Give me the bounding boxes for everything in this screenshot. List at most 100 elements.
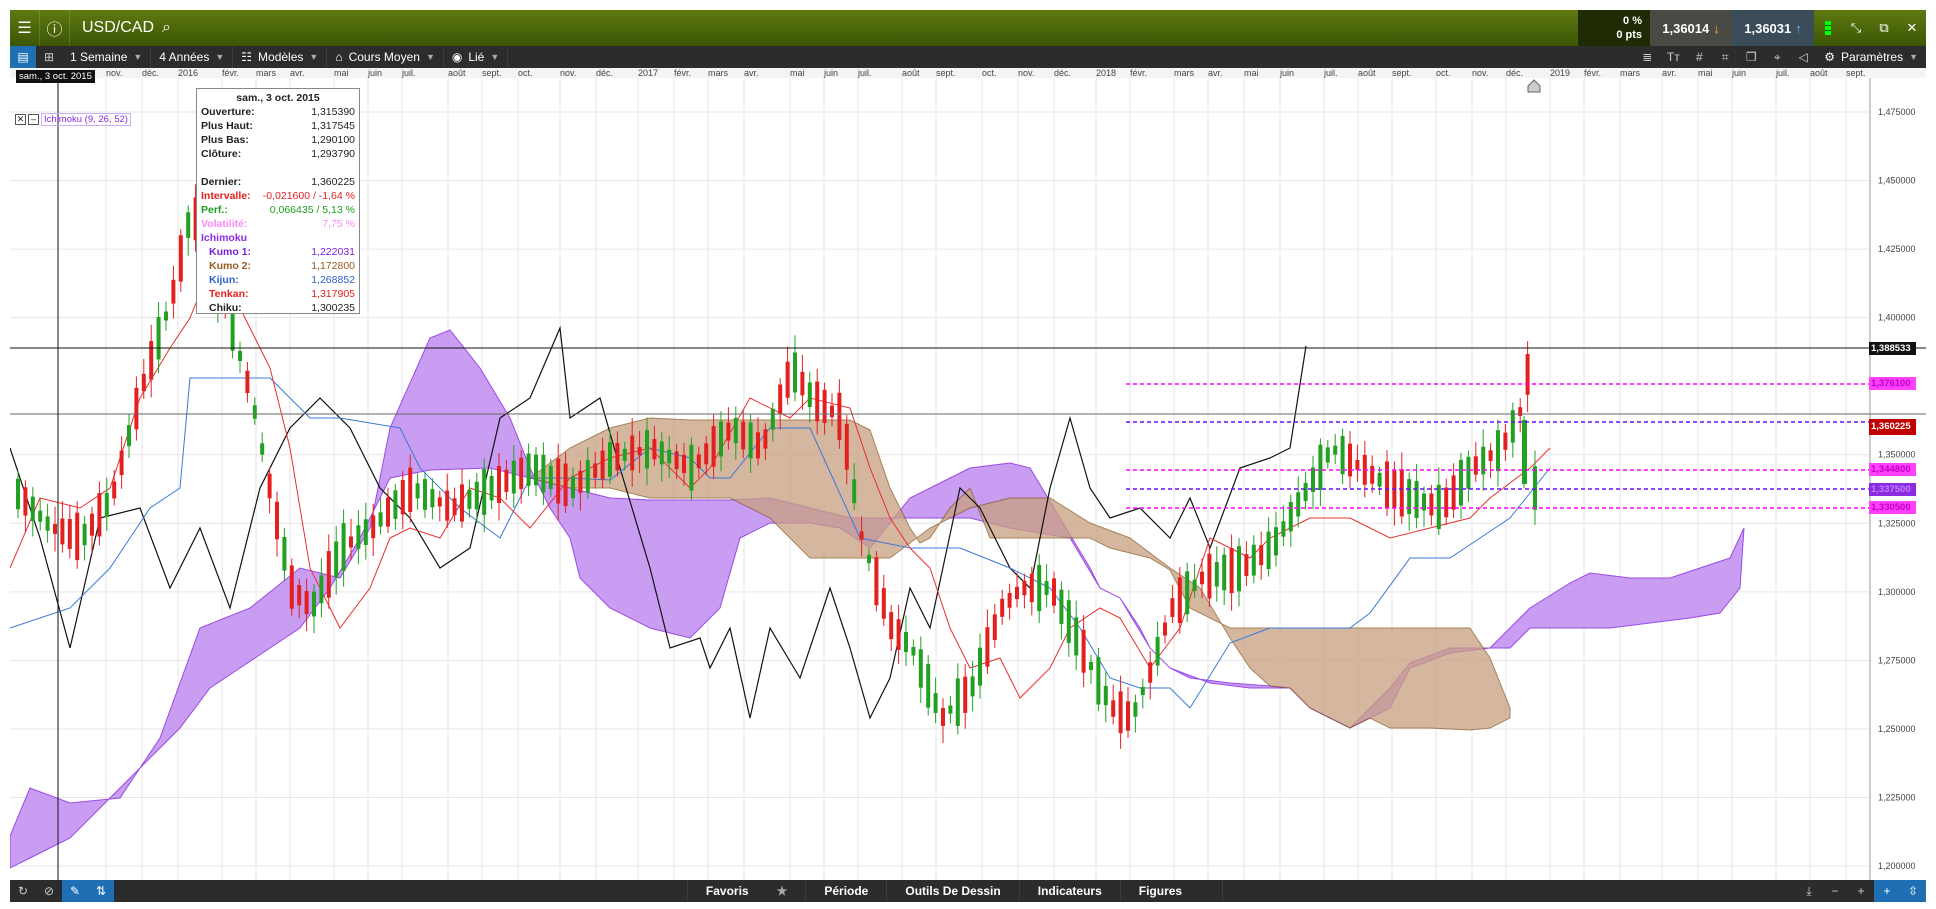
candle-body	[1333, 445, 1338, 455]
candle-body	[881, 588, 886, 619]
x-tick-label: avr.	[744, 68, 759, 78]
candle-body	[600, 450, 605, 480]
zoom-out-icon[interactable]: −	[1822, 880, 1848, 902]
layout-icon[interactable]: ⊞	[36, 46, 62, 68]
disable-icon[interactable]: ⊘	[36, 880, 62, 902]
instrument-symbol[interactable]: USD/CAD ⌕	[70, 19, 171, 37]
x-tick-label: juin	[1279, 68, 1294, 78]
search-icon[interactable]: ⌕	[162, 19, 171, 37]
y-tick-label: 1,200000	[1878, 861, 1916, 871]
crosshair-icon[interactable]: ⌖	[1764, 46, 1790, 68]
candle-body	[511, 460, 516, 494]
crosshair-grid-icon[interactable]: ⌗	[1712, 46, 1738, 68]
refresh-icon[interactable]: ↻	[10, 880, 36, 902]
candle-body	[711, 426, 716, 467]
candle-body	[1407, 479, 1412, 515]
x-tick-label: févr.	[1584, 68, 1601, 78]
candle-body	[1066, 600, 1071, 644]
export-icon[interactable]: ⤓	[1796, 880, 1822, 902]
tooltip-date: sam., 3 oct. 2015	[236, 92, 320, 104]
candle-body	[119, 450, 124, 476]
candle-body	[985, 627, 990, 667]
x-tick-label: juin	[1731, 68, 1746, 78]
info-icon[interactable]: ⓘ	[40, 10, 70, 46]
remove-indicator-icon[interactable]: ✕	[15, 114, 26, 125]
list-icon[interactable]: ▤	[10, 46, 36, 68]
tab-indicateurs[interactable]: Indicateurs	[1018, 880, 1120, 902]
candle-body	[874, 557, 879, 606]
tab-periode[interactable]: Période	[805, 880, 886, 902]
zoom-in-icon[interactable]: +	[1848, 880, 1874, 902]
tab-favoris[interactable]: Favoris ★	[686, 880, 805, 902]
popout-icon[interactable]: ⧉	[1870, 10, 1898, 46]
candle-body	[1015, 586, 1019, 600]
x-tick-label: août	[902, 68, 920, 78]
tooltip-value: 1,268852	[311, 274, 355, 286]
layers-icon[interactable]: ❐	[1738, 46, 1764, 68]
candle-body	[38, 510, 43, 522]
link-select[interactable]: ◉ Lié ▼	[444, 46, 509, 68]
candle-body	[1185, 571, 1190, 615]
fit-icon[interactable]: ⇳	[1900, 880, 1926, 902]
x-tick-label: déc.	[142, 68, 159, 78]
candle-body	[23, 487, 28, 516]
x-tick-label: oct.	[518, 68, 533, 78]
x-tick-label: déc.	[1506, 68, 1523, 78]
x-tick-label: mars	[1620, 68, 1640, 78]
text-size-icon[interactable]: Tт	[1660, 46, 1686, 68]
candle-body	[933, 693, 938, 713]
shrink-icon[interactable]: ⤡	[1842, 10, 1870, 46]
bid-button[interactable]: 1,36014 ↓	[1650, 10, 1732, 46]
candle-body	[1385, 461, 1389, 508]
candle-body	[748, 422, 753, 459]
tab-outils-dessin[interactable]: Outils De Dessin	[886, 880, 1018, 902]
ask-button[interactable]: 1,36031 ↑	[1732, 10, 1814, 46]
x-tick-label: mai	[1698, 68, 1713, 78]
candle-body	[637, 447, 642, 456]
candle-body	[571, 476, 575, 499]
close-icon[interactable]: ✕	[1898, 10, 1926, 46]
settings-button[interactable]: ⚙ Paramètres ▼	[1816, 46, 1926, 68]
candle-body	[482, 468, 487, 515]
candle-body	[260, 443, 265, 455]
align-icon[interactable]: ≣	[1634, 46, 1660, 68]
crosshair-add-icon[interactable]: +	[1874, 880, 1900, 902]
candle-body	[1496, 430, 1500, 472]
tooltip-key: Ouverture:	[201, 106, 255, 118]
candle-body	[955, 678, 960, 726]
star-icon[interactable]: ★	[777, 884, 788, 898]
tooltip-row-close: Clôture: 1,293790	[201, 147, 355, 161]
minimize-indicator-icon[interactable]: –	[28, 114, 39, 125]
x-tick-label: juil.	[857, 68, 872, 78]
x-tick-label: nov.	[1472, 68, 1488, 78]
pencil-icon[interactable]: ✎	[62, 880, 88, 902]
tooltip-row-high: Plus Haut: 1,317545	[201, 119, 355, 133]
tooltip-value: 0,066435 / 5,13 %	[269, 204, 355, 216]
candle-body	[1022, 580, 1027, 596]
range-select[interactable]: 4 Années ▼	[151, 46, 234, 68]
tooltip-row-kumo2: Kumo 2: 1,172800	[201, 259, 355, 273]
y-tick-label: 1,275000	[1878, 655, 1916, 665]
candle-body	[1000, 598, 1005, 617]
x-tick-label: août	[1358, 68, 1376, 78]
tooltip-key: Dernier:	[201, 176, 242, 188]
tooltip-value: 7,75 %	[322, 218, 355, 230]
price-type-select[interactable]: ⌂ Cours Moyen ▼	[327, 46, 444, 68]
eraser-icon[interactable]: ◁	[1790, 46, 1816, 68]
candle-body	[230, 309, 235, 351]
x-tick-label: avr.	[290, 68, 305, 78]
x-tick-label: mai	[790, 68, 805, 78]
arrow-down-icon: ↓	[1713, 20, 1720, 36]
swap-icon[interactable]: ⇅	[88, 880, 114, 902]
x-tick-label: juil.	[401, 68, 416, 78]
menu-icon[interactable]: ☰	[10, 10, 40, 46]
price-tag-black-line: 1,388533	[1869, 342, 1916, 355]
period-select[interactable]: 1 Semaine ▼	[62, 46, 152, 68]
chart-toolbar: ▤ ⊞ 1 Semaine ▼ 4 Années ▼ ☷ Modèles ▼ ⌂ Cour…	[10, 46, 1926, 68]
candle-body	[526, 453, 531, 486]
candle-body	[1370, 465, 1375, 484]
models-select[interactable]: ☷ Modèles ▼	[233, 46, 328, 68]
tab-figures[interactable]: Figures	[1119, 880, 1224, 902]
grid-icon[interactable]: #	[1686, 46, 1712, 68]
x-tick-label: avr.	[1208, 68, 1223, 78]
